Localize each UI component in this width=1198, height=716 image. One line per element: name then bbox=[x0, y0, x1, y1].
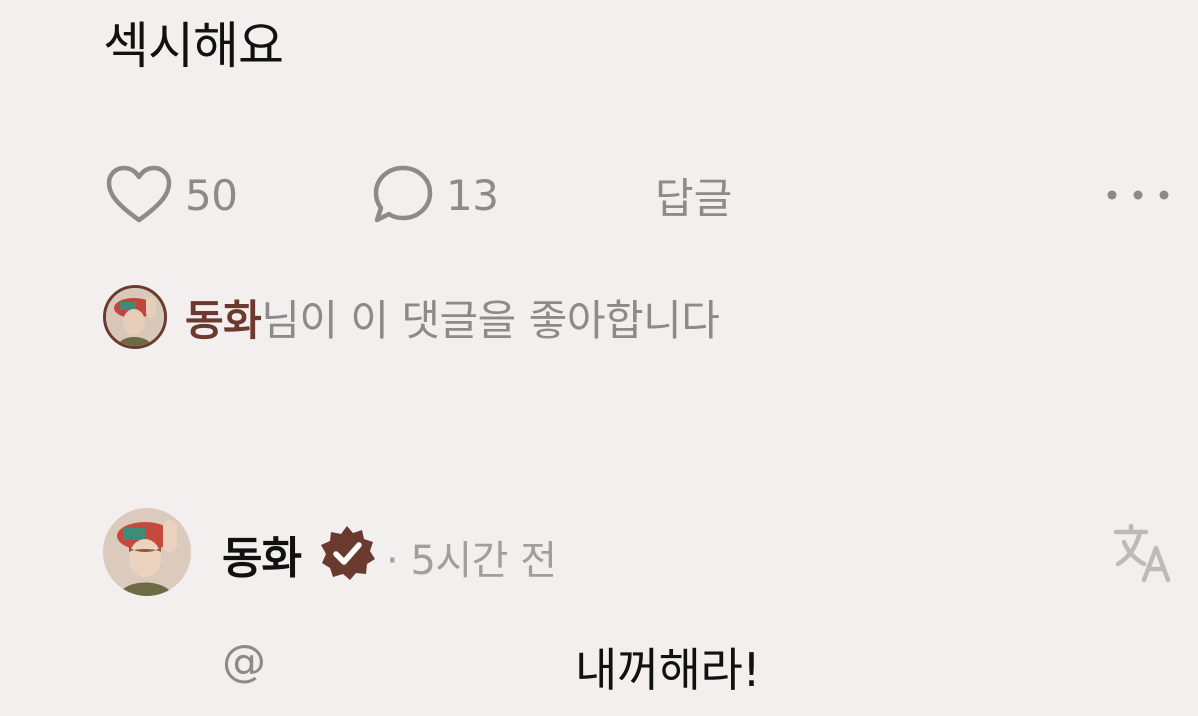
mention-symbol[interactable]: @ bbox=[222, 636, 266, 687]
comment-action-row: 50 13 답글 bbox=[0, 160, 1198, 230]
translate-icon[interactable] bbox=[1112, 520, 1176, 584]
liked-by-suffix: 님이 이 댓글을 좋아합니다 bbox=[261, 295, 720, 345]
avatar-photo-icon bbox=[106, 288, 164, 346]
comment-count: 13 bbox=[446, 170, 499, 220]
like-button[interactable]: 50 bbox=[105, 160, 238, 230]
meta-separator: · bbox=[386, 538, 399, 584]
reply-author-name[interactable]: 동화 bbox=[222, 522, 302, 586]
ellipsis-icon bbox=[1107, 190, 1168, 200]
heart-outline-icon bbox=[106, 165, 172, 223]
liker-avatar[interactable] bbox=[103, 285, 167, 349]
like-count: 50 bbox=[185, 170, 238, 220]
comment-text: 섹시해요 bbox=[103, 17, 284, 75]
speech-bubble-icon bbox=[373, 165, 433, 223]
avatar-photo-icon bbox=[103, 508, 191, 596]
liker-name[interactable]: 동화 bbox=[185, 296, 262, 345]
reply-text: 내꺼해라! bbox=[575, 643, 761, 697]
reply-label: 답글 bbox=[655, 173, 733, 223]
reply-author-avatar[interactable] bbox=[103, 508, 191, 596]
reply-button[interactable]: 답글 bbox=[655, 160, 732, 230]
comment-count-button[interactable]: 13 bbox=[372, 160, 499, 230]
reply-timestamp: 5시간 전 bbox=[410, 538, 557, 584]
more-options-button[interactable] bbox=[1100, 160, 1175, 230]
liked-by-row: 동화님이 이 댓글을 좋아합니다 bbox=[103, 282, 720, 352]
verified-badge-icon bbox=[321, 526, 375, 580]
